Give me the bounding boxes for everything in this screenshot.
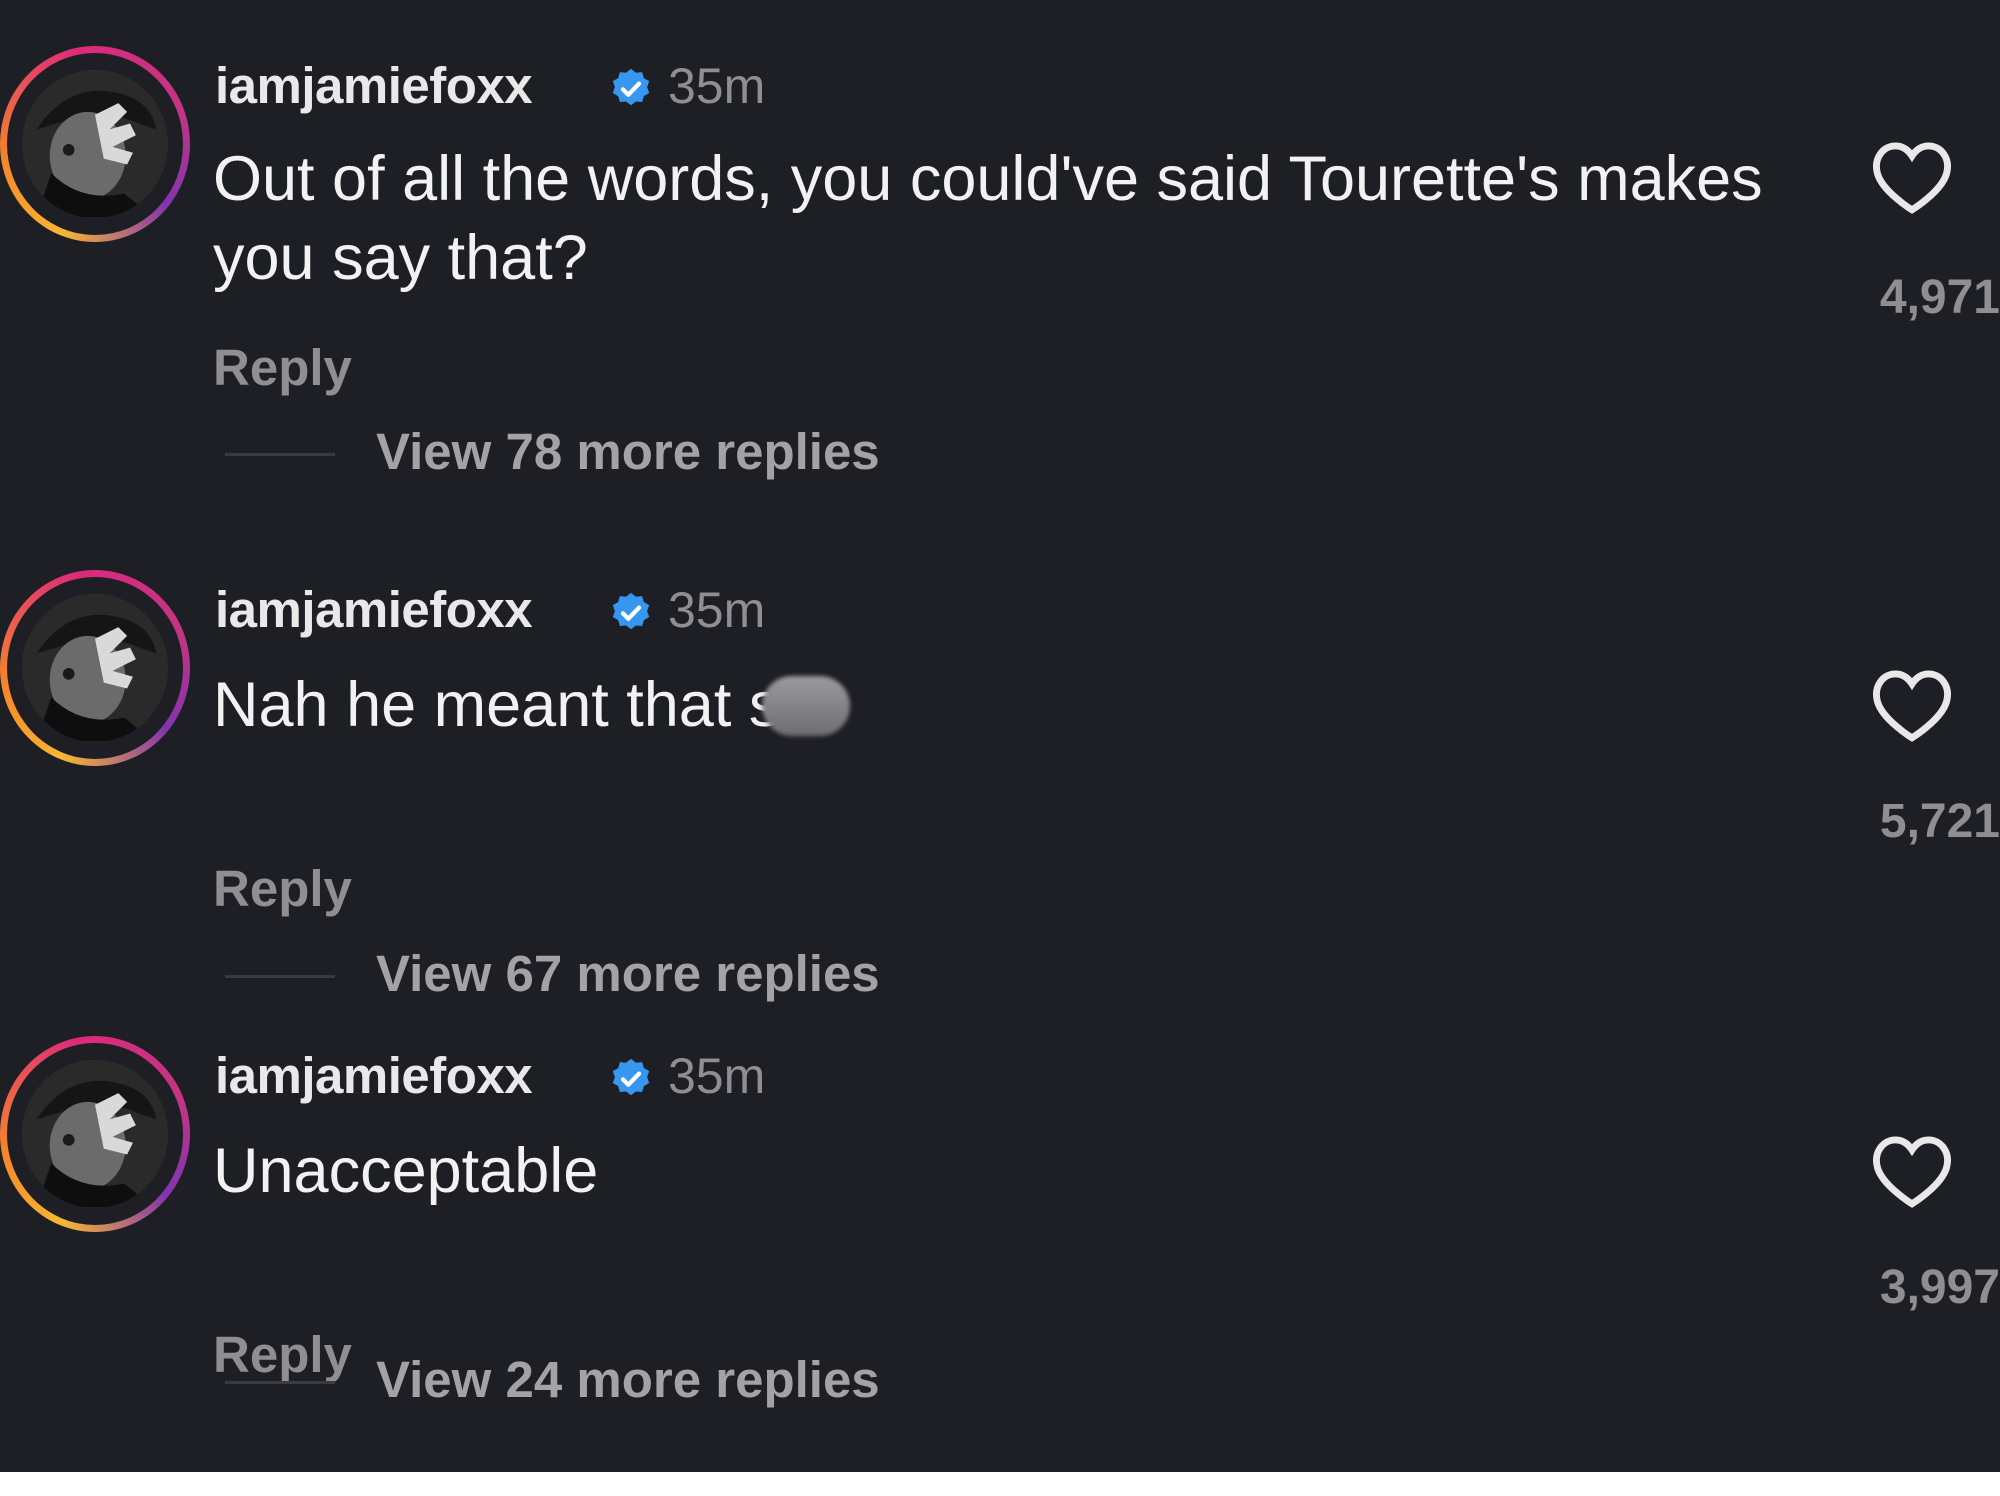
comment-time: 35m [668, 58, 766, 114]
username[interactable]: iamjamiefoxx [215, 1046, 533, 1106]
like-count: 4,971 [1879, 271, 2000, 324]
reply-button[interactable]: Reply [213, 859, 352, 919]
heart-icon[interactable] [1870, 667, 1954, 743]
censor-blur [762, 676, 851, 736]
reply-button[interactable]: Reply [213, 338, 352, 398]
heart-icon[interactable] [1870, 1133, 1954, 1209]
comment-item: iamjamiefoxx 35m Nah he meant that s Rep… [0, 466, 2000, 1002]
verified-badge-icon [612, 592, 650, 630]
comment-time: 35m [668, 582, 766, 638]
replies-divider [225, 453, 335, 456]
comment-text-visible: Nah he meant that s [213, 670, 781, 740]
avatar-photo-icon [22, 595, 168, 741]
username[interactable]: iamjamiefoxx [215, 56, 533, 116]
avatar[interactable] [22, 70, 168, 218]
comment-text: Unacceptable [213, 1136, 599, 1206]
avatar-photo-icon [22, 71, 168, 217]
reply-button[interactable]: Reply [213, 1325, 352, 1385]
comment-text: Out of all the words, you could've said … [213, 144, 1763, 293]
comment-item: iamjamiefoxx 35m Out of all the words, y… [0, 0, 2000, 480]
replies-divider [225, 1381, 335, 1384]
comment-text: Nah he meant that s [213, 666, 1773, 745]
comment-item: iamjamiefoxx 35m Unacceptable Reply View… [0, 932, 2000, 1408]
like-count: 5,721 [1879, 795, 2000, 848]
avatar[interactable] [22, 594, 168, 742]
comments-screen: iamjamiefoxx 35m Out of all the words, y… [0, 0, 2000, 1472]
view-more-replies-button[interactable]: View 24 more replies [376, 1350, 880, 1410]
comment-time: 35m [668, 1048, 766, 1104]
verified-badge-icon [612, 68, 650, 106]
verified-badge-icon [612, 1058, 650, 1096]
heart-icon[interactable] [1870, 139, 1954, 215]
avatar[interactable] [22, 1060, 168, 1208]
like-count: 3,997 [1879, 1261, 2000, 1314]
avatar-photo-icon [22, 1061, 168, 1207]
username[interactable]: iamjamiefoxx [215, 580, 533, 640]
